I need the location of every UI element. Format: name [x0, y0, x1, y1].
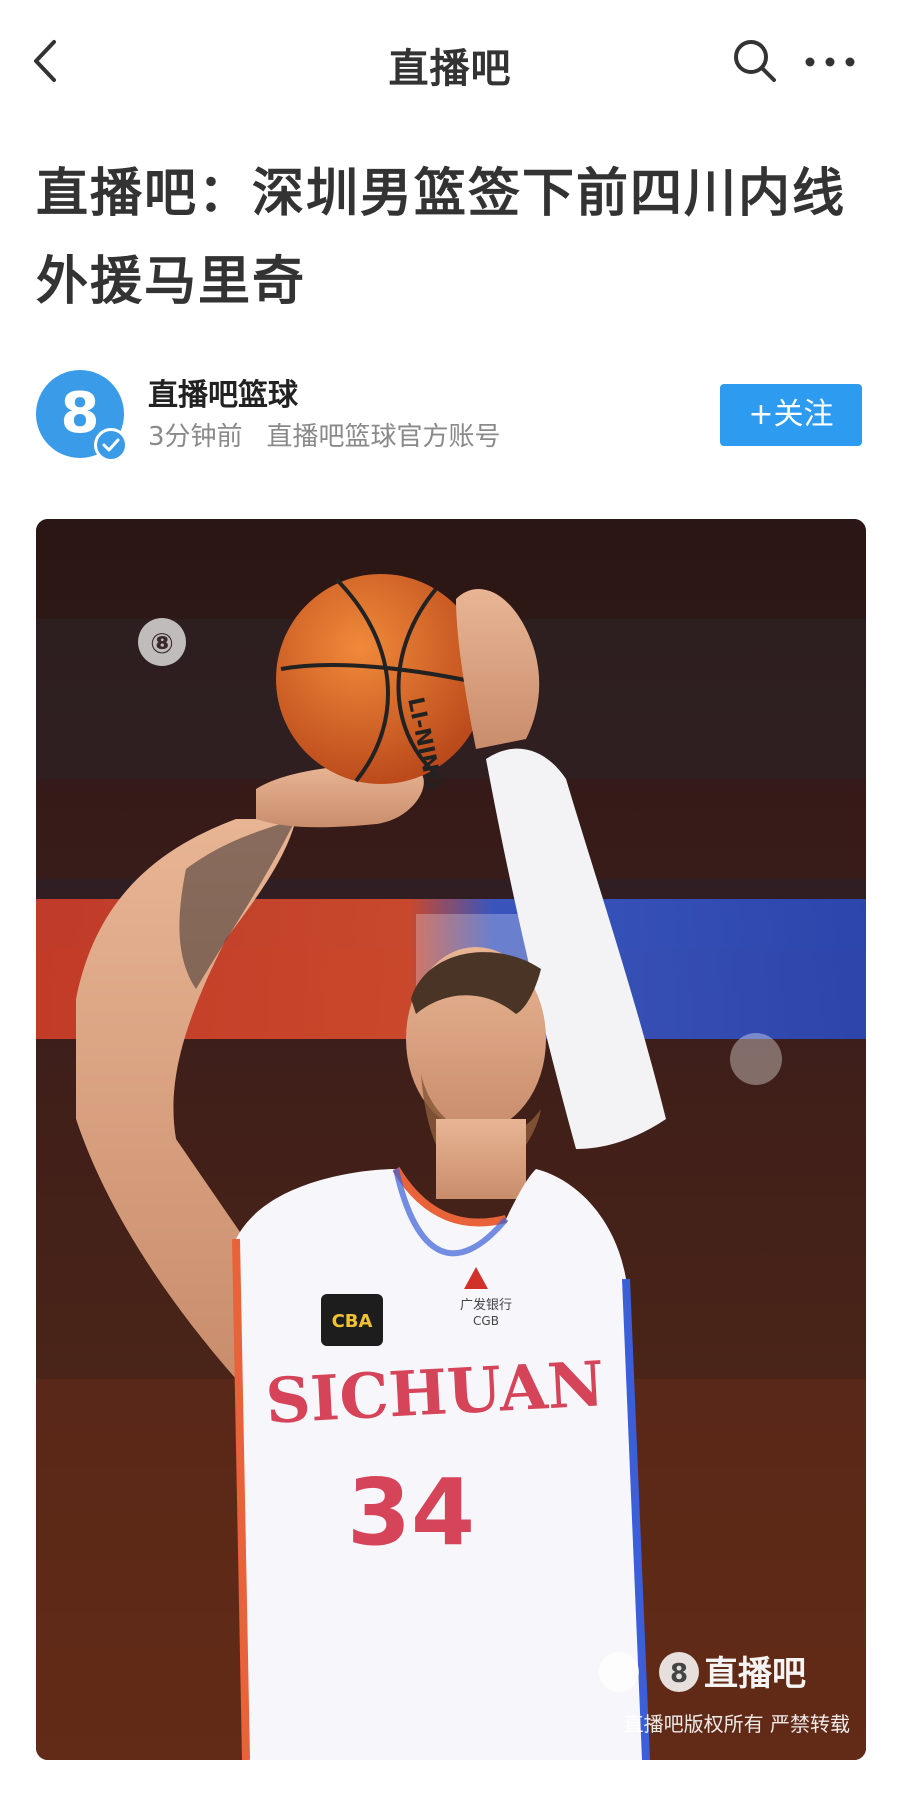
author-bar: 8 直播吧篮球 3分钟前 直播吧篮球官方账号 +关注 [36, 370, 866, 470]
svg-text:CBA: CBA [332, 1311, 373, 1332]
jersey-sponsor: 广发银行 [460, 1297, 512, 1313]
watermark-logo: 直播吧 [704, 1654, 806, 1694]
more-button[interactable] [800, 42, 860, 82]
top-navigation-bar: 直播吧 [0, 0, 900, 120]
publish-time: 3分钟前 [148, 422, 243, 452]
search-button[interactable] [730, 36, 780, 86]
follow-button[interactable]: +关注 [720, 384, 862, 446]
author-description: 直播吧篮球官方账号 [266, 422, 501, 452]
checkmark-icon [102, 438, 120, 452]
avatar-glyph: 8 [61, 381, 100, 446]
article-headline: 直播吧：深圳男篮签下前四川内线外援马里奇 [36, 164, 847, 312]
svg-text:8: 8 [670, 1659, 688, 1689]
search-icon [734, 40, 776, 82]
basketball-player-image: ⑧ LI-NING CBA 广发银行 CGB SICHUAN 34 8 直播吧 … [36, 519, 866, 1760]
corner-logo: ⑧ [150, 627, 174, 660]
more-icon [805, 57, 855, 67]
jersey-number: 34 [347, 1459, 475, 1566]
jersey-sponsor-sub: CGB [473, 1314, 499, 1328]
article-photo[interactable]: ⑧ LI-NING CBA 广发银行 CGB SICHUAN 34 8 直播吧 … [36, 519, 866, 1760]
watermark-text: 直播吧版权所有 严禁转载 [624, 1712, 850, 1736]
verified-badge [94, 428, 128, 462]
author-name[interactable]: 直播吧篮球 [148, 370, 298, 414]
author-meta: 3分钟前 直播吧篮球官方账号 [148, 416, 501, 453]
